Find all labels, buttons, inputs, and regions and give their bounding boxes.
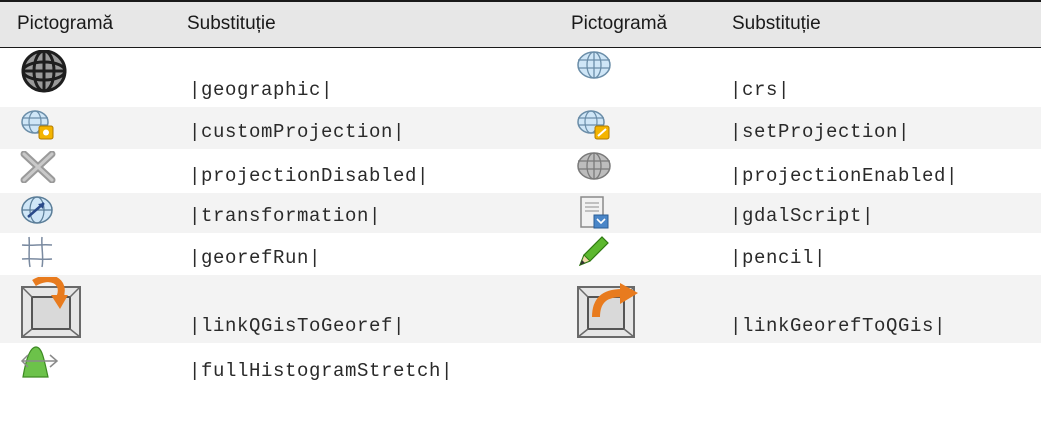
icon-cell bbox=[0, 193, 173, 233]
substitution-code: |georefRun| bbox=[189, 247, 322, 269]
substitution-code: |geographic| bbox=[189, 79, 334, 101]
geographic-globe-icon bbox=[20, 49, 173, 94]
icon-cell bbox=[0, 275, 173, 343]
table-header-row: Pictogramă Substituție Pictogramă Substi… bbox=[0, 0, 1041, 48]
icon-cell bbox=[0, 343, 173, 388]
icon-cell bbox=[559, 107, 722, 149]
full-histogram-stretch-icon bbox=[20, 345, 173, 379]
transformation-icon bbox=[20, 195, 173, 225]
header-substitution-2: Substituție bbox=[722, 0, 1041, 48]
substitution-code: |pencil| bbox=[730, 247, 827, 269]
icon-cell bbox=[0, 149, 173, 193]
table-row: |fullHistogramStretch| bbox=[0, 343, 1041, 388]
georef-run-icon bbox=[20, 235, 173, 269]
substitution-code: |customProjection| bbox=[189, 121, 406, 143]
icon-cell bbox=[559, 233, 722, 275]
icon-cell-empty bbox=[559, 343, 722, 388]
table-row: |georefRun| |pencil| bbox=[0, 233, 1041, 275]
table-row: |geographic| |crs| bbox=[0, 47, 1041, 107]
substitution-code: |gdalScript| bbox=[730, 205, 875, 227]
icon-cell bbox=[559, 47, 722, 107]
table-row: |projectionDisabled| |projectionEnabled| bbox=[0, 149, 1041, 193]
icon-cell bbox=[0, 107, 173, 149]
icon-cell bbox=[559, 193, 722, 233]
projection-enabled-icon bbox=[576, 151, 722, 181]
substitution-code: |projectionEnabled| bbox=[730, 165, 959, 187]
icon-cell bbox=[0, 47, 173, 107]
pencil-icon bbox=[576, 235, 722, 269]
header-substitution-1: Substituție bbox=[173, 0, 559, 48]
header-pictogram-2: Pictogramă bbox=[559, 0, 722, 48]
table-row: |linkQGisToGeoref| |linkGeorefToQGis| bbox=[0, 275, 1041, 343]
gdal-script-icon bbox=[576, 195, 722, 231]
projection-disabled-icon bbox=[20, 151, 173, 183]
table-row: |transformation| |gdalScript| bbox=[0, 193, 1041, 233]
substitution-code-empty bbox=[722, 343, 1041, 388]
substitution-code: |linkGeorefToQGis| bbox=[730, 315, 947, 337]
table-row: |customProjection| |setProjection| bbox=[0, 107, 1041, 149]
substitution-code: |linkQGisToGeoref| bbox=[189, 315, 406, 337]
crs-globe-icon bbox=[576, 50, 722, 80]
custom-projection-icon bbox=[20, 109, 173, 141]
substitution-code: |transformation| bbox=[189, 205, 382, 227]
substitution-code: |setProjection| bbox=[730, 121, 911, 143]
substitution-code: |projectionDisabled| bbox=[189, 165, 430, 187]
icon-cell bbox=[0, 233, 173, 275]
icon-cell bbox=[559, 149, 722, 193]
link-georef-to-qgis-icon bbox=[576, 277, 722, 339]
icon-cell bbox=[559, 275, 722, 343]
icon-substitution-table: Pictogramă Substituție Pictogramă Substi… bbox=[0, 0, 1041, 388]
substitution-code: |crs| bbox=[730, 79, 791, 101]
substitution-table-wrapper: Pictogramă Substituție Pictogramă Substi… bbox=[0, 0, 1041, 443]
header-pictogram-1: Pictogramă bbox=[0, 0, 173, 48]
link-qgis-to-georef-icon bbox=[20, 277, 173, 339]
substitution-code: |fullHistogramStretch| bbox=[189, 360, 454, 382]
set-projection-icon bbox=[576, 109, 722, 141]
